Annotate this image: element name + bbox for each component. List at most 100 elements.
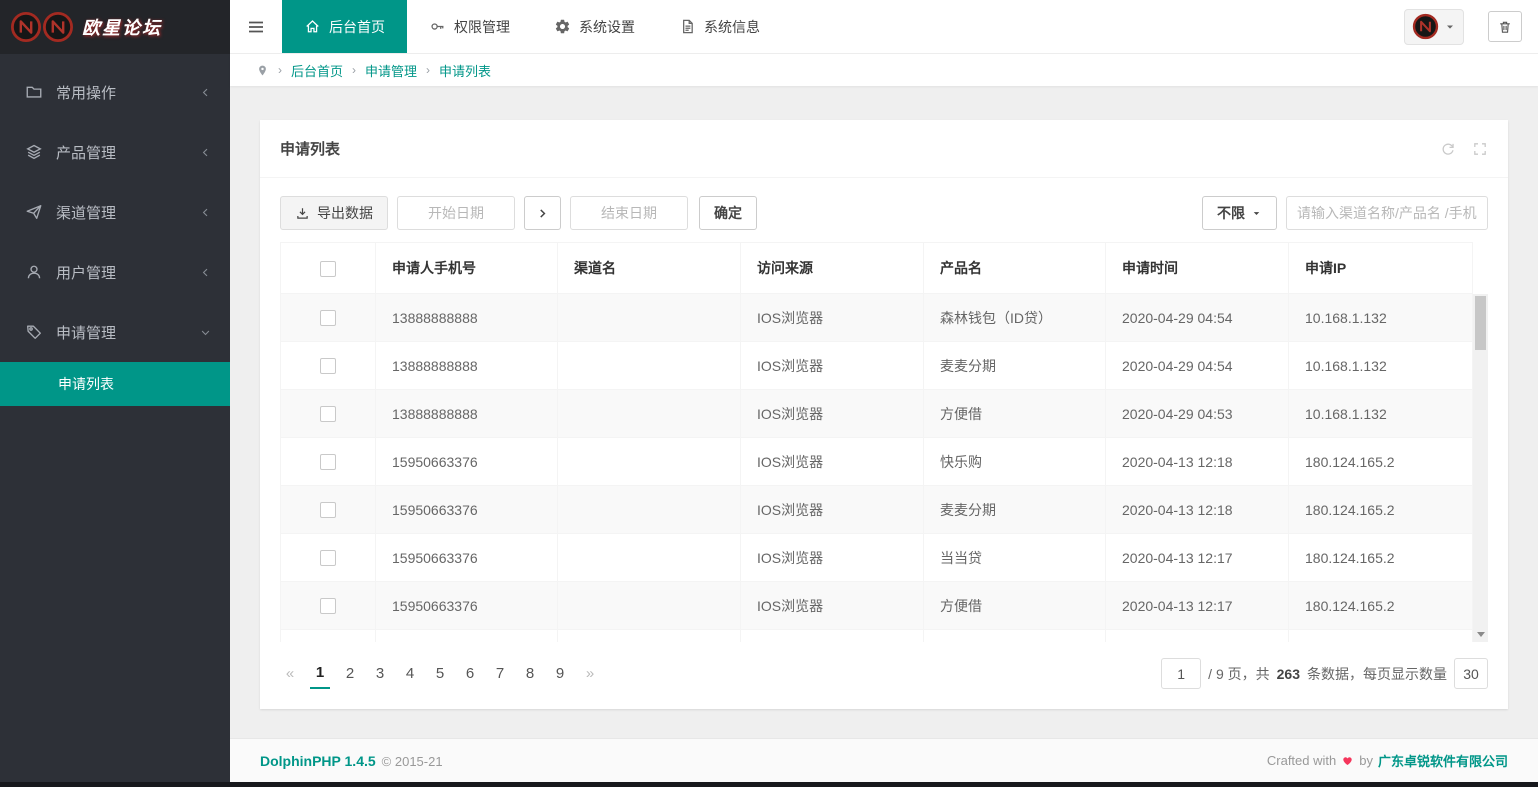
row-checkbox[interactable] [320, 310, 336, 326]
column-header: 访问来源 [741, 243, 924, 294]
sidebar-item-common-ops[interactable]: 常用操作 [0, 62, 230, 122]
card-header: 申请列表 [260, 120, 1508, 178]
cell-time: 2020-04-29 04:53 [1106, 390, 1289, 438]
refresh-icon[interactable] [1440, 141, 1456, 157]
logo-icon [42, 11, 74, 43]
row-checkbox[interactable] [320, 550, 336, 566]
pagination-total-count: 263 [1277, 666, 1300, 682]
pagination-next[interactable]: » [580, 659, 600, 689]
cell-ip: 180.124.165.2 [1289, 534, 1473, 582]
avatar-logo-icon [1412, 13, 1439, 40]
pagination-page-5[interactable]: 5 [430, 659, 450, 689]
page-size-input[interactable] [1454, 658, 1488, 689]
brand-title: 欧星论坛 [82, 14, 162, 40]
heart-icon [1341, 754, 1354, 767]
expand-icon[interactable] [1472, 141, 1488, 157]
filter-dropdown[interactable]: 不限 [1202, 196, 1277, 230]
export-data-button[interactable]: 导出数据 [280, 196, 388, 230]
card-body: 导出数据 确定 [260, 178, 1508, 709]
cell-source: IOS浏览器 [741, 486, 924, 534]
toolbar: 导出数据 确定 [280, 196, 1488, 230]
sidebar-item-users[interactable]: 用户管理 [0, 242, 230, 302]
user-menu-dropdown[interactable] [1404, 9, 1464, 45]
paper-plane-icon [25, 203, 43, 221]
sidebar-item-products[interactable]: 产品管理 [0, 122, 230, 182]
cell-product: 麦麦分期 [924, 342, 1106, 390]
column-header: 渠道名 [558, 243, 741, 294]
header-right [1404, 0, 1538, 53]
caret-down-icon [1444, 21, 1456, 33]
cell-product: 方便借 [924, 582, 1106, 630]
pagination-prev[interactable]: « [280, 659, 300, 689]
tab-settings[interactable]: 系统设置 [532, 0, 657, 53]
page-number-input[interactable] [1161, 658, 1201, 689]
pagination-page-8[interactable]: 8 [520, 659, 540, 689]
footer-brand-link[interactable]: DolphinPHP 1.4.5 [260, 753, 376, 769]
scrollbar-thumb[interactable] [1475, 296, 1486, 350]
sidebar-subitem-application-list[interactable]: 申请列表 [0, 362, 230, 406]
breadcrumb-link-application-list[interactable]: 申请列表 [439, 61, 491, 80]
row-checkbox[interactable] [320, 454, 336, 470]
trash-button[interactable] [1488, 11, 1522, 42]
download-icon [295, 206, 310, 221]
select-all-checkbox[interactable] [320, 261, 336, 277]
pagination-page-3[interactable]: 3 [370, 659, 390, 689]
caret-down-icon [1251, 208, 1262, 219]
pagination-page-6[interactable]: 6 [460, 659, 480, 689]
pagination: « 1 2 3 4 5 6 7 8 9 » [280, 659, 600, 689]
row-checkbox[interactable] [320, 406, 336, 422]
table-footer: « 1 2 3 4 5 6 7 8 9 » [280, 658, 1488, 689]
cell-ip: 180.124.165.2 [1289, 582, 1473, 630]
pagination-info-prefix: / 9 页，共 [1208, 664, 1269, 684]
row-checkbox[interactable] [320, 502, 336, 518]
table-row: 13888888888 IOS浏览器 麦麦分期 2020-04-29 04:54… [281, 342, 1473, 390]
tab-permission[interactable]: 权限管理 [407, 0, 532, 53]
pagination-page-2[interactable]: 2 [340, 659, 360, 689]
tab-home[interactable]: 后台首页 [282, 0, 407, 53]
cell-channel [558, 294, 741, 342]
sidebar-item-channels[interactable]: 渠道管理 [0, 182, 230, 242]
sidebar-item-label: 产品管理 [56, 142, 116, 163]
footer-company-link[interactable]: 广东卓锐软件有限公司 [1378, 751, 1508, 770]
pagination-page-9[interactable]: 9 [550, 659, 570, 689]
cell-channel [558, 438, 741, 486]
column-header: 产品名 [924, 243, 1106, 294]
confirm-button[interactable]: 确定 [699, 196, 757, 230]
pagination-info: / 9 页，共 263 条数据，每页显示数量 [1161, 658, 1488, 689]
footer-left: DolphinPHP 1.4.5 © 2015-21 [260, 753, 443, 769]
tag-icon [25, 323, 43, 341]
hamburger-icon[interactable] [230, 0, 282, 53]
cell-ip: 10.168.1.132 [1289, 390, 1473, 438]
sidebar-item-applications[interactable]: 申请管理 [0, 302, 230, 362]
start-date-input[interactable] [397, 196, 515, 230]
cell-phone: 15950663376 [376, 438, 558, 486]
footer-copyright: © 2015-21 [382, 754, 443, 769]
location-pin-icon [256, 64, 269, 77]
layers-icon [25, 143, 43, 161]
cell-phone: 15950663376 [376, 534, 558, 582]
cell-product: 快乐购 [924, 438, 1106, 486]
vertical-scrollbar[interactable] [1473, 294, 1488, 642]
trash-icon [1497, 19, 1513, 35]
search-input[interactable] [1286, 196, 1488, 230]
breadcrumb-link-home[interactable]: 后台首页 [291, 61, 343, 80]
end-date-input[interactable] [570, 196, 688, 230]
tab-sysinfo[interactable]: 系统信息 [657, 0, 782, 53]
logo-icon [10, 11, 42, 43]
pagination-info-suffix: 条数据，每页显示数量 [1307, 664, 1447, 684]
file-icon [679, 18, 696, 35]
table-row: 15950663376 IOS浏览器 当当贷 2020-04-13 12:17 … [281, 534, 1473, 582]
row-checkbox[interactable] [320, 358, 336, 374]
breadcrumb-separator: › [426, 63, 430, 77]
pagination-page-1[interactable]: 1 [310, 659, 330, 689]
content: 申请列表 [230, 86, 1538, 738]
breadcrumb-link-applications[interactable]: 申请管理 [365, 61, 417, 80]
pagination-page-7[interactable]: 7 [490, 659, 510, 689]
scroll-down-arrow-icon[interactable] [1473, 627, 1488, 642]
export-data-label: 导出数据 [317, 203, 373, 223]
pagination-page-4[interactable]: 4 [400, 659, 420, 689]
cell-source: IOS浏览器 [741, 294, 924, 342]
date-range-button[interactable] [524, 196, 561, 230]
toolbar-right: 不限 [1202, 196, 1488, 230]
row-checkbox[interactable] [320, 598, 336, 614]
